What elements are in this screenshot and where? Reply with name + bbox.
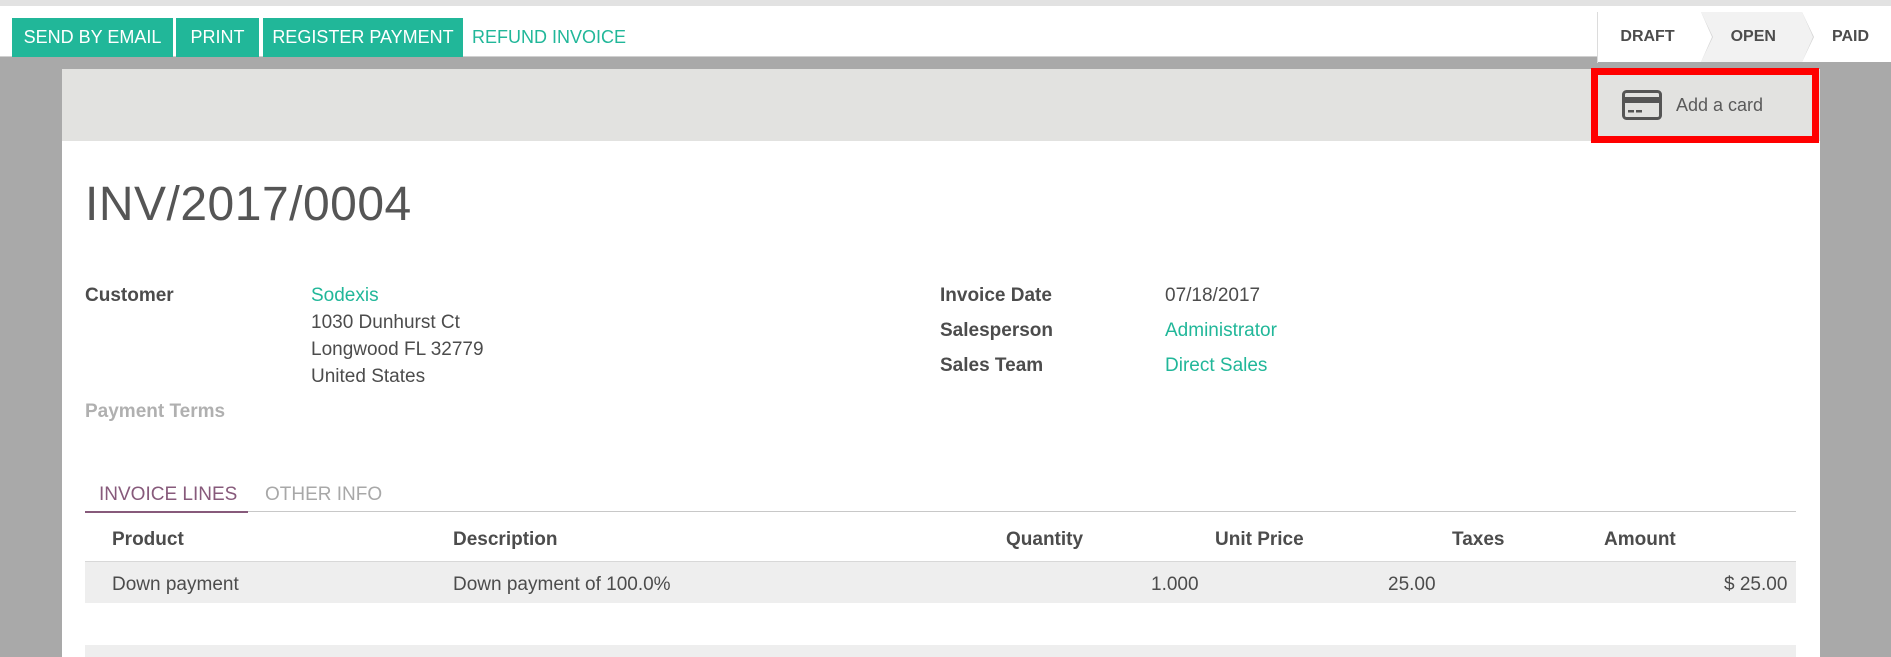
send-by-email-button[interactable]: SEND BY EMAIL xyxy=(12,18,173,57)
table-row[interactable] xyxy=(85,561,1796,603)
refund-invoice-button[interactable]: REFUND INVOICE xyxy=(472,18,626,57)
salesperson-link[interactable]: Administrator xyxy=(1165,320,1277,342)
notebook-tabs: INVOICE LINES OTHER INFO xyxy=(85,477,1796,513)
add-line-band xyxy=(85,645,1796,657)
salesperson-label: Salesperson xyxy=(940,320,1053,341)
address-line-1: 1030 Dunhurst Ct xyxy=(311,312,460,333)
invoice-date-label: Invoice Date xyxy=(940,285,1052,306)
chevron-right-icon xyxy=(1801,12,1813,62)
sheet-button-box: Add a card xyxy=(62,69,1820,141)
address-line-2: Longwood FL 32779 xyxy=(311,339,484,360)
invoice-sheet: Add a card INV/2017/0004 Customer Sodexi… xyxy=(62,68,1820,657)
column-header-product[interactable]: Product xyxy=(112,529,184,551)
column-header-amount[interactable]: Amount xyxy=(1604,529,1676,551)
column-header-unit-price[interactable]: Unit Price xyxy=(1215,529,1304,551)
add-card-button[interactable]: Add a card xyxy=(1592,69,1782,141)
status-draft-label: DRAFT xyxy=(1620,28,1675,45)
status-open-label: OPEN xyxy=(1730,28,1776,45)
print-button[interactable]: PRINT xyxy=(176,18,259,57)
credit-card-icon xyxy=(1622,90,1662,120)
cell-description: Down payment of 100.0% xyxy=(453,574,671,595)
status-bar: DRAFT OPEN PAID xyxy=(1597,12,1891,63)
invoice-number: INV/2017/0004 xyxy=(85,178,412,231)
tab-invoice-lines[interactable]: INVOICE LINES xyxy=(85,477,248,513)
column-header-description[interactable]: Description xyxy=(453,529,558,551)
cell-quantity: 1.000 xyxy=(1151,574,1199,595)
add-card-label: Add a card xyxy=(1676,94,1764,115)
customer-label: Customer xyxy=(85,285,174,306)
cell-unit-price: 25.00 xyxy=(1388,574,1436,595)
customer-link[interactable]: Sodexis xyxy=(311,285,379,307)
chevron-right-icon xyxy=(1700,12,1712,62)
status-draft[interactable]: DRAFT xyxy=(1598,12,1713,62)
invoice-date-value: 07/18/2017 xyxy=(1165,285,1261,306)
register-payment-button[interactable]: REGISTER PAYMENT xyxy=(263,18,463,57)
payment-terms-label: Payment Terms xyxy=(85,401,226,422)
sales-team-label: Sales Team xyxy=(940,355,1044,376)
sales-team-link[interactable]: Direct Sales xyxy=(1165,355,1267,377)
cell-amount: $ 25.00 xyxy=(1724,574,1788,595)
status-paid[interactable]: PAID xyxy=(1801,12,1891,62)
address-line-3: United States xyxy=(311,366,426,387)
column-header-taxes[interactable]: Taxes xyxy=(1452,529,1504,551)
cell-product: Down payment xyxy=(112,574,239,595)
status-paid-label: PAID xyxy=(1831,28,1869,45)
status-open[interactable]: OPEN xyxy=(1700,12,1814,62)
control-panel: SEND BY EMAIL PRINT REGISTER PAYMENT REF… xyxy=(0,0,1891,63)
column-header-quantity[interactable]: Quantity xyxy=(1006,529,1083,551)
tab-other-info[interactable]: OTHER INFO xyxy=(265,477,382,512)
